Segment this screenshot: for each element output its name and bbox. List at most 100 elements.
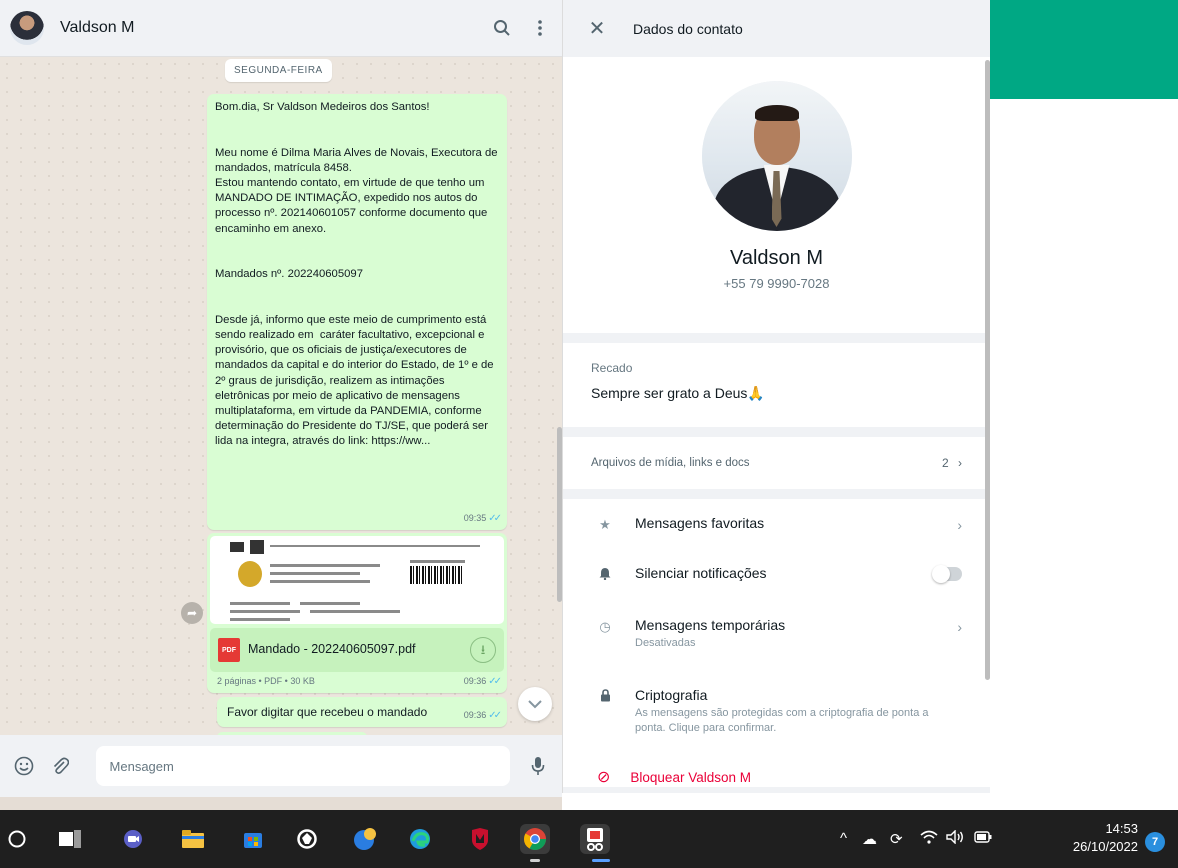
document-preview-line bbox=[300, 602, 360, 605]
chat-contact-name[interactable]: Valdson M bbox=[60, 19, 476, 37]
chevron-right-icon: › bbox=[957, 619, 962, 635]
document-preview-line bbox=[310, 610, 400, 613]
document-preview-line bbox=[270, 572, 360, 575]
emoji-icon[interactable] bbox=[10, 752, 38, 780]
chat-panel: Valdson M SEGUNDA-FEIRA Bom.dia, Sr Vald… bbox=[0, 0, 562, 810]
encryption-description: As mensagens são protegidas com a cripto… bbox=[635, 707, 929, 734]
mute-toggle[interactable] bbox=[932, 565, 962, 583]
background-area bbox=[990, 0, 1178, 810]
chevron-right-icon: › bbox=[957, 517, 962, 533]
running-indicator bbox=[530, 859, 540, 862]
scroll-down-button[interactable] bbox=[518, 687, 552, 721]
document-preview[interactable] bbox=[210, 536, 504, 624]
document-preview-qr bbox=[250, 540, 264, 554]
chat-header[interactable]: Valdson M bbox=[0, 0, 562, 57]
battery-icon[interactable] bbox=[974, 830, 992, 847]
browser-app-icon[interactable] bbox=[350, 824, 380, 854]
onedrive-cloud-icon[interactable]: ☁ bbox=[862, 830, 877, 848]
message-input[interactable] bbox=[95, 746, 511, 786]
notifications-badge[interactable]: 7 bbox=[1145, 832, 1165, 852]
search-circle-icon[interactable] bbox=[2, 824, 32, 854]
pdf-icon: PDF bbox=[218, 638, 240, 662]
action-status: Desativadas bbox=[635, 637, 696, 649]
composer bbox=[0, 735, 562, 797]
sync-icon[interactable]: ⟳ bbox=[890, 830, 903, 848]
clock-time: 14:53 bbox=[1105, 821, 1138, 836]
document-preview-line bbox=[230, 602, 290, 605]
mcafee-icon[interactable] bbox=[465, 824, 495, 854]
outgoing-message[interactable]: Favor digitar que recebeu o mandado 09:3… bbox=[217, 697, 507, 727]
kebab-menu-icon[interactable] bbox=[528, 16, 552, 40]
bell-icon bbox=[597, 567, 613, 583]
contact-avatar[interactable] bbox=[10, 11, 44, 45]
date-separator: SEGUNDA-FEIRA bbox=[225, 59, 332, 82]
read-receipt-icon: ✓✓ bbox=[488, 512, 502, 524]
contact-phone: +55 79 9990-7028 bbox=[723, 276, 830, 291]
message-meta: 09:36 ✓✓ bbox=[463, 674, 502, 689]
about-card: Recado Sempre ser grato a Deus🙏 bbox=[563, 343, 990, 427]
starred-messages-row[interactable]: ★ Mensagens favoritas › bbox=[563, 503, 990, 551]
read-receipt-icon: ✓✓ bbox=[488, 709, 502, 721]
message-meta: 09:36 ✓✓ bbox=[464, 708, 502, 723]
mute-notifications-row[interactable]: Silenciar notificações bbox=[563, 551, 990, 603]
message-list[interactable]: SEGUNDA-FEIRA Bom.dia, Sr Valdson Medeir… bbox=[0, 57, 562, 735]
star-icon: ★ bbox=[599, 517, 611, 532]
document-file-row[interactable]: PDF Mandado - 202240605097.pdf ⭳ bbox=[210, 628, 504, 672]
block-contact-row[interactable]: ⊘ Bloquear Valdson M bbox=[563, 753, 990, 787]
volume-icon[interactable] bbox=[946, 829, 964, 848]
task-view-icon[interactable] bbox=[55, 824, 85, 854]
file-explorer-icon[interactable] bbox=[178, 824, 208, 854]
media-links-docs-row[interactable]: Arquivos de mídia, links e docs 2 › bbox=[563, 437, 990, 489]
outgoing-message[interactable]: Bom.dia, Sr Valdson Medeiros dos Santos!… bbox=[207, 94, 507, 530]
clock-date: 26/10/2022 bbox=[1072, 839, 1138, 854]
contact-info-header: ✕ Dados do contato bbox=[563, 0, 990, 57]
document-preview-line bbox=[270, 545, 480, 547]
document-preview-line bbox=[230, 610, 300, 613]
contact-name: Valdson M bbox=[729, 247, 823, 269]
message-text: Bom.dia, Sr Valdson Medeiros dos Santos!… bbox=[215, 101, 498, 448]
message-text: Favor digitar que recebeu o mandado bbox=[227, 705, 428, 719]
encryption-row[interactable]: Criptografia As mensagens são protegidas… bbox=[563, 673, 990, 753]
action-label: Mensagens temporárias bbox=[635, 617, 786, 633]
document-preview-line bbox=[230, 618, 290, 621]
accent-bar bbox=[990, 0, 1178, 99]
document-preview-seal bbox=[230, 542, 244, 552]
photo-detail bbox=[754, 105, 799, 121]
app-icon[interactable] bbox=[292, 824, 322, 854]
timer-icon: ◷ bbox=[599, 619, 611, 634]
document-preview-barcode bbox=[410, 566, 462, 584]
document-message[interactable]: PDF Mandado - 202240605097.pdf ⭳ 2 págin… bbox=[207, 533, 507, 693]
about-text: Sempre ser grato a Deus🙏 bbox=[591, 385, 765, 401]
close-icon[interactable]: ✕ bbox=[585, 17, 609, 41]
message-time: 09:36 bbox=[463, 675, 487, 686]
taskbar: ^ ☁ ⟳ 14:53 26/10/2022 7 bbox=[0, 810, 1178, 868]
actions-card: ★ Mensagens favoritas › Silenciar notifi… bbox=[563, 499, 990, 787]
search-icon[interactable] bbox=[490, 16, 514, 40]
edge-icon[interactable] bbox=[405, 824, 435, 854]
media-count: 2 › bbox=[942, 456, 962, 470]
lock-icon bbox=[597, 689, 613, 705]
contact-info-panel: ✕ Dados do contato Valdson M +55 79 9990… bbox=[562, 0, 990, 793]
profile-photo[interactable] bbox=[701, 81, 852, 231]
block-icon: ⊘ bbox=[597, 769, 611, 786]
media-label: Arquivos de mídia, links e docs bbox=[591, 457, 750, 469]
chrome-icon[interactable] bbox=[520, 824, 550, 854]
paperclip-icon[interactable] bbox=[46, 752, 74, 780]
disappearing-messages-row[interactable]: ◷ Mensagens temporárias Desativadas › bbox=[563, 603, 990, 673]
read-receipt-icon: ✓✓ bbox=[488, 675, 502, 687]
action-label: Mensagens favoritas bbox=[635, 515, 765, 531]
microphone-icon[interactable] bbox=[524, 752, 552, 780]
document-preview-line bbox=[270, 580, 370, 583]
action-label: Silenciar notificações bbox=[635, 565, 767, 581]
teams-chat-icon[interactable] bbox=[118, 824, 148, 854]
message-meta: 09:35 ✓✓ bbox=[464, 511, 502, 526]
action-label: Criptografia bbox=[635, 687, 708, 703]
download-icon[interactable]: ⭳ bbox=[470, 637, 496, 663]
store-icon[interactable] bbox=[238, 824, 268, 854]
chevron-up-icon[interactable]: ^ bbox=[840, 830, 847, 847]
snipping-tool-icon[interactable] bbox=[580, 824, 610, 854]
wifi-icon[interactable] bbox=[920, 830, 938, 848]
document-preview-line bbox=[270, 564, 380, 567]
system-clock[interactable]: 14:53 26/10/2022 bbox=[1040, 820, 1138, 856]
forward-icon[interactable]: ➦ bbox=[181, 602, 203, 624]
